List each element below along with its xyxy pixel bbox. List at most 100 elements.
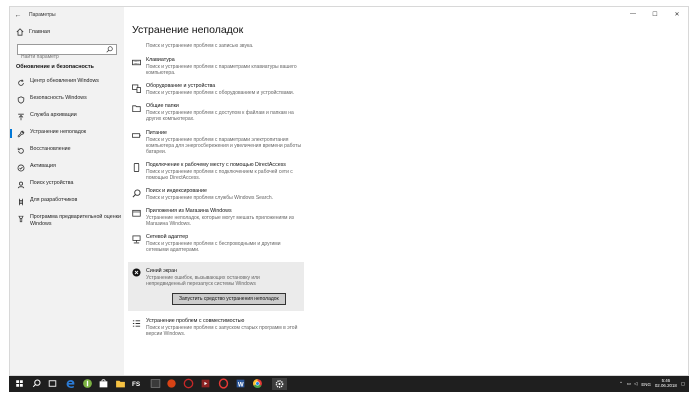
troubleshooter-list: Поиск и устранение проблем с записью зву… [128,43,304,337]
settings-window: ← Параметры Главная Обновление и безопас… [9,6,689,376]
app-red-icon[interactable] [183,378,194,389]
home-link[interactable]: Главная [16,28,50,36]
minimize-button[interactable]: — [622,7,644,21]
word-icon[interactable]: W [235,378,246,389]
sidebar-item-label: Для разработчиков [30,197,78,203]
close-button[interactable]: ✕ [666,7,688,21]
search-icon[interactable] [106,46,113,53]
volume-icon[interactable]: ◁ [634,381,637,387]
list-item-keyboard[interactable]: Клавиатура Поиск и устранение проблем с … [132,57,302,76]
section-title: Обновление и безопасность [16,64,94,70]
item-title: Сетевой адаптер [146,234,189,241]
task-view-icon[interactable] [47,378,58,389]
item-title: Подключение к рабочему месту с помощью D… [146,161,286,168]
language-indicator[interactable]: ENG [641,382,651,387]
maximize-button[interactable]: ☐ [644,7,666,21]
item-description: Поиск и устранение проблем с доступом к … [146,110,294,123]
window-title: Параметры [29,12,56,18]
item-title: Питание [146,129,167,136]
store-icon[interactable] [98,378,109,389]
page-title: Устранение неполадок [132,24,244,36]
search-box[interactable] [17,44,117,62]
insider-icon [18,215,24,223]
sidebar-item-developers[interactable]: Для разработчиков [10,197,124,214]
item-description: Поиск и устранение проблем с записью зву… [146,43,254,49]
sidebar-item-security[interactable]: Безопасность Windows [10,95,124,112]
fs-app-icon[interactable]: FS [132,378,143,389]
backup-icon [18,113,24,121]
list-item-network-adapter[interactable]: Сетевой адаптер Поиск и устранение пробл… [132,234,302,253]
tray-arrows-icon[interactable]: ⌃ [619,381,623,387]
app-dark-icon[interactable] [150,378,161,389]
svg-text:W: W [238,382,244,388]
start-icon[interactable] [14,378,25,389]
list-item-hardware[interactable]: Оборудование и устройства Поиск и устран… [132,83,302,96]
list-item-power[interactable]: Питание Поиск и устранение проблем с пар… [132,130,302,155]
list-item-shared-folders[interactable]: Общие папки Поиск и устранение проблем с… [132,103,302,122]
hardware-icon [132,84,141,94]
refresh-icon [18,79,24,86]
close-circle-icon [132,267,141,277]
item-title: Клавиатура [146,57,175,64]
game-icon[interactable] [166,378,177,389]
list-item-compatibility[interactable]: Устранение проблем с совместимостью Поис… [132,318,302,337]
edge-icon[interactable] [65,378,76,389]
item-description: Поиск и устранение проблем с параметрами… [146,64,297,77]
back-button[interactable]: ← [10,7,26,23]
phone-icon [133,162,140,172]
network-adapter-icon [132,235,141,244]
restore-icon [17,147,24,154]
item-description: Поиск и устранение проблем с оборудовани… [146,90,295,97]
sidebar-item-label: Устранение неполадок [30,129,87,135]
item-description: Поиск и устранение проблем службы Window… [146,195,274,202]
title-bar: ← Параметры [10,7,124,23]
power-icon [132,132,141,138]
sidebar-item-backup[interactable]: Служба архивации [10,112,124,129]
network-icon[interactable]: ▭ [627,381,631,387]
item-title: Оборудование и устройства [146,83,216,90]
item-description: Поиск и устранение проблем с беспроводны… [146,241,281,254]
home-icon [16,28,24,36]
chrome-icon[interactable] [252,378,263,389]
list-item-partial[interactable]: Поиск и устранение проблем с записью зву… [132,43,302,49]
sidebar-item-troubleshoot[interactable]: Устранение неполадок [10,129,124,146]
window-controls: — ☐ ✕ [622,7,688,21]
item-title: Синий экран [146,267,177,274]
taskbar: FS W ⌃ ▭ ◁ ENG 5:46 02.06.2018 ▢ [9,376,689,392]
sidebar-item-label: Безопасность Windows [30,95,87,101]
sidebar-item-find-device[interactable]: Поиск устройства [10,180,124,197]
explorer-icon[interactable] [115,378,126,389]
sidebar-item-recovery[interactable]: Восстановление [10,146,124,163]
settings-icon[interactable] [272,378,287,390]
opera-icon[interactable] [218,378,229,389]
item-description: Поиск и устранение проблем с подключение… [146,168,293,181]
search-input[interactable] [18,52,105,62]
list-item-store-apps[interactable]: Приложения из Магазина Windows Устранени… [132,208,302,227]
sidebar-item-label: Центр обновления Windows [30,78,99,84]
item-title: Общие папки [146,103,179,110]
sidebar-item-activation[interactable]: Активация [10,163,124,180]
item-description: Поиск и устранение проблем с параметрами… [146,136,302,155]
list-item-blue-screen[interactable]: Синий экран Устранение ошибок, вызывающи… [128,261,304,311]
sidebar-item-windows-update[interactable]: Центр обновления Windows [10,78,124,95]
clock-date: 02.06.2018 [654,383,677,388]
clock[interactable]: 5:46 02.06.2018 [654,378,677,389]
item-title: Приложения из Магазина Windows [146,208,232,215]
shared-folder-icon [132,105,141,113]
list-item-search-indexing[interactable]: Поиск и индексирование Поиск и устранени… [132,188,302,201]
sidebar-nav: Центр обновления Windows Безопасность Wi… [10,78,124,236]
system-tray: ⌃ ▭ ◁ ENG 5:46 02.06.2018 ▢ [619,378,685,390]
video-icon[interactable] [200,378,211,389]
item-description: Поиск и устранение проблем с запуском ст… [146,324,298,337]
list-item-directaccess[interactable]: Подключение к рабочему месту с помощью D… [132,162,302,181]
notifications-icon[interactable]: ▢ [681,381,685,387]
sidebar-item-label: Активация [30,163,56,169]
developer-icon [19,198,23,206]
sidebar-item-label: Программа предварительной оценки Windows [30,214,121,227]
svg-text:FS: FS [132,381,141,388]
item-title: Устранение проблем с совместимостью [146,317,245,324]
search-icon[interactable] [31,378,42,389]
app-green-icon[interactable] [82,378,93,389]
sidebar-item-insider[interactable]: Программа предварительной оценки Windows [10,214,124,236]
run-troubleshooter-button[interactable]: Запустить средство устранения неполадок [172,292,286,305]
